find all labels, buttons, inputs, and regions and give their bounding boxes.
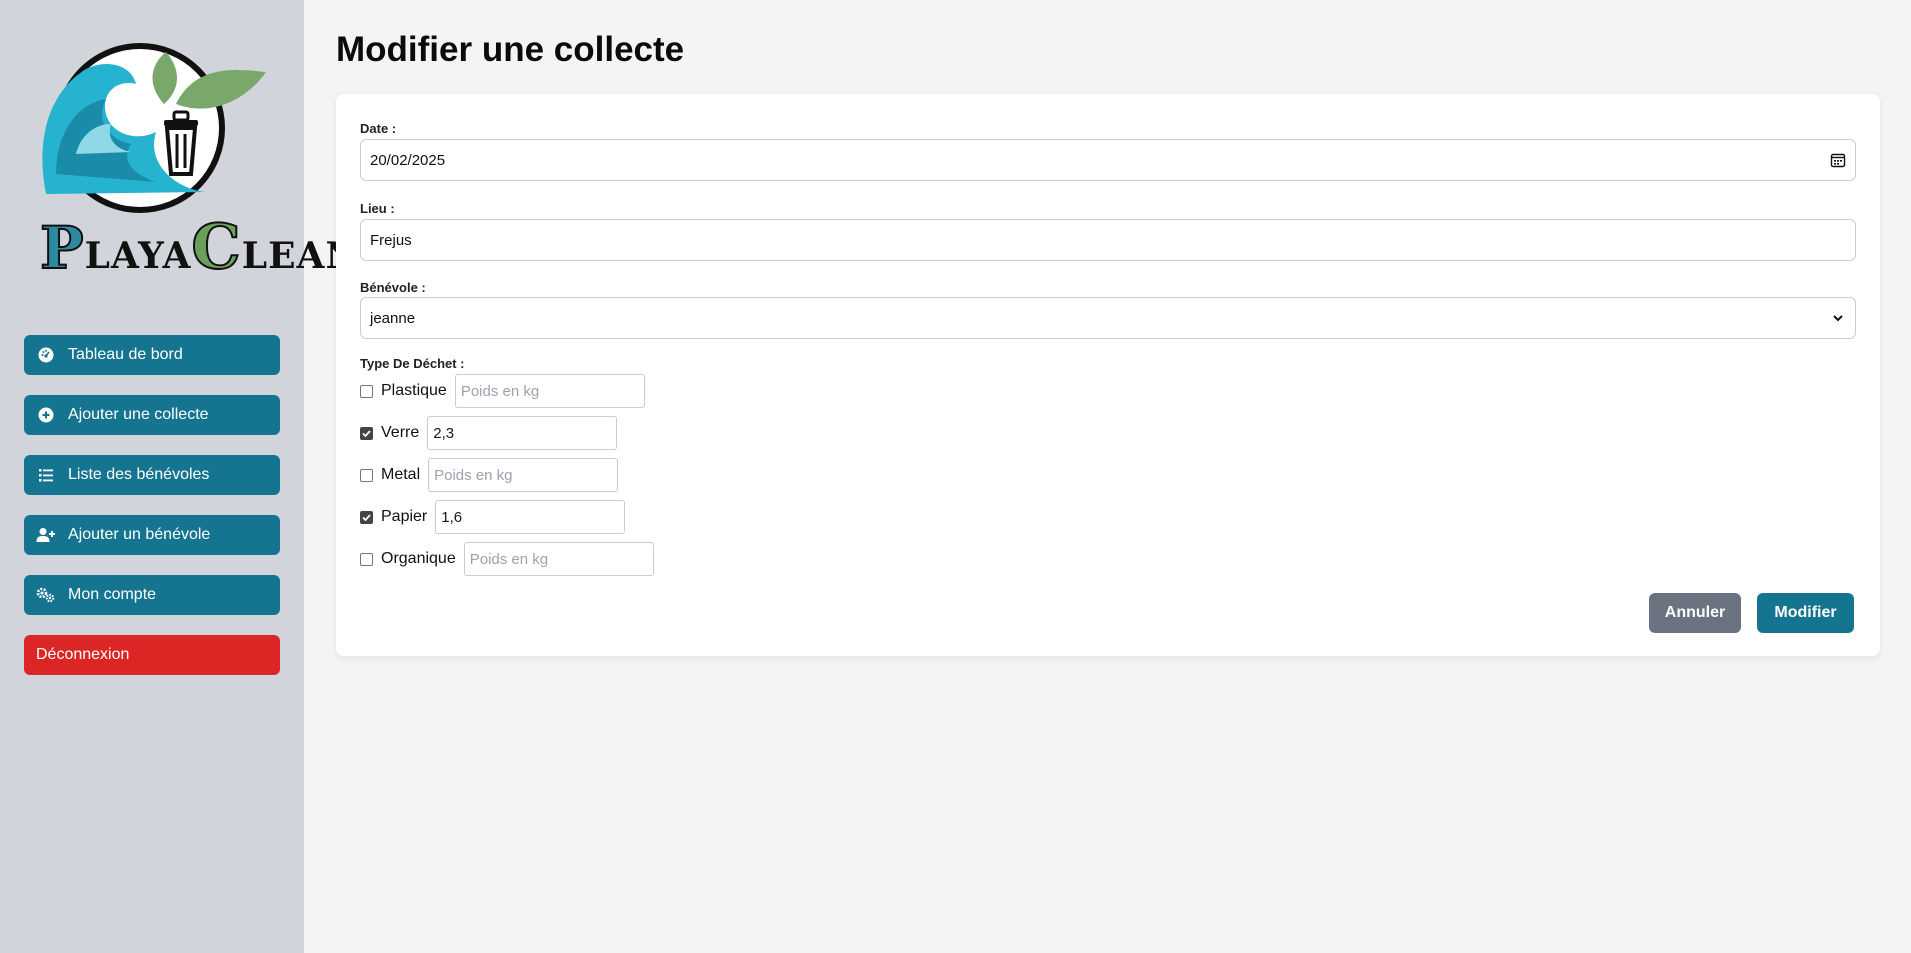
cancel-button[interactable]: Annuler xyxy=(1649,593,1741,633)
sidebar-item-liste-benevoles[interactable]: Liste des bénévoles xyxy=(24,455,280,495)
waste-type-label: Type De Déchet : xyxy=(360,356,465,371)
lieu-input[interactable]: Frejus xyxy=(360,219,1856,261)
date-label: Date : xyxy=(360,121,397,136)
page-title: Modifier une collecte xyxy=(336,30,685,69)
organique-checkbox[interactable] xyxy=(360,552,373,566)
logout-button[interactable]: Déconnexion xyxy=(24,635,280,675)
verre-checkbox[interactable] xyxy=(360,426,373,440)
waste-name: Metal xyxy=(381,466,421,483)
sidebar-item-ajouter-benevole[interactable]: Ajouter un bénévole xyxy=(24,515,280,555)
sidebar-item-tableau-de-bord[interactable]: Tableau de bord xyxy=(24,335,280,375)
dashboard-icon xyxy=(36,345,56,365)
list-icon xyxy=(36,465,56,485)
benevole-selected-value: jeanne xyxy=(370,309,416,327)
verre-weight-input[interactable]: 2,3 xyxy=(427,416,618,450)
plastique-weight-input[interactable]: Poids en kg xyxy=(454,374,645,408)
checkmark-icon xyxy=(362,513,371,521)
waste-row-organique: Organique Poids en kg xyxy=(360,542,654,576)
modifier-button[interactable]: Modifier xyxy=(1757,593,1854,633)
gears-icon xyxy=(36,585,56,605)
sidebar-item-mon-compte[interactable]: Mon compte xyxy=(24,575,280,615)
checkmark-icon xyxy=(362,429,371,437)
user-plus-icon xyxy=(36,525,56,545)
date-value: 20/02/2025 xyxy=(370,151,446,169)
waste-row-plastique: Plastique Poids en kg xyxy=(360,374,645,408)
organique-weight-input[interactable]: Poids en kg xyxy=(463,542,654,576)
lieu-label: Lieu : xyxy=(360,201,395,216)
main-content: Modifier une collecte Date : 20/02/2025 … xyxy=(304,0,1911,953)
edit-collecte-form: Date : 20/02/2025 Lieu : Frejus Bénévole… xyxy=(336,94,1880,656)
logo-letter-p: P xyxy=(39,213,85,283)
sidebar-nav: Tableau de bord Ajouter une collecte Lis… xyxy=(24,335,280,695)
papier-checkbox[interactable] xyxy=(360,510,373,524)
plastique-checkbox[interactable] xyxy=(360,384,373,398)
papier-weight-input[interactable]: 1,6 xyxy=(435,500,626,534)
sidebar-item-label: Liste des bénévoles xyxy=(68,466,210,483)
sidebar-item-label: Tableau de bord xyxy=(68,346,183,363)
logo-emblem xyxy=(42,43,266,213)
benevole-label: Bénévole : xyxy=(360,280,426,295)
calendar-icon[interactable] xyxy=(1830,152,1846,168)
lieu-value: Frejus xyxy=(370,231,412,249)
sidebar-item-ajouter-collecte[interactable]: Ajouter une collecte xyxy=(24,395,280,435)
sidebar-item-label: Déconnexion xyxy=(36,646,130,663)
logo-wordmark: PLAYACLEAN xyxy=(39,209,358,284)
waste-name: Papier xyxy=(381,508,428,525)
sidebar-item-label: Ajouter une collecte xyxy=(68,406,209,423)
waste-name: Verre xyxy=(381,424,420,441)
playaclean-logo: PLAYACLEAN xyxy=(36,24,358,284)
waste-name: Plastique xyxy=(381,382,447,399)
metal-checkbox[interactable] xyxy=(360,468,373,482)
logo-text-laya: LAYA xyxy=(84,235,192,277)
waste-row-verre: Verre 2,3 xyxy=(360,416,618,450)
sidebar-item-label: Mon compte xyxy=(68,586,157,603)
waste-name: Organique xyxy=(381,550,456,567)
chevron-down-icon xyxy=(1830,310,1846,326)
metal-weight-input[interactable]: Poids en kg xyxy=(428,458,619,492)
waste-row-papier: Papier 1,6 xyxy=(360,500,626,534)
sidebar: PLAYACLEAN Tableau de bord Ajouter une c… xyxy=(0,0,358,953)
date-input[interactable]: 20/02/2025 xyxy=(360,139,1856,181)
logo-letter-c: C xyxy=(190,209,242,284)
waste-row-metal: Metal Poids en kg xyxy=(360,458,619,492)
sidebar-item-label: Ajouter un bénévole xyxy=(68,526,211,543)
benevole-select[interactable]: jeanne xyxy=(360,297,1856,339)
plus-circle-icon xyxy=(36,405,56,425)
